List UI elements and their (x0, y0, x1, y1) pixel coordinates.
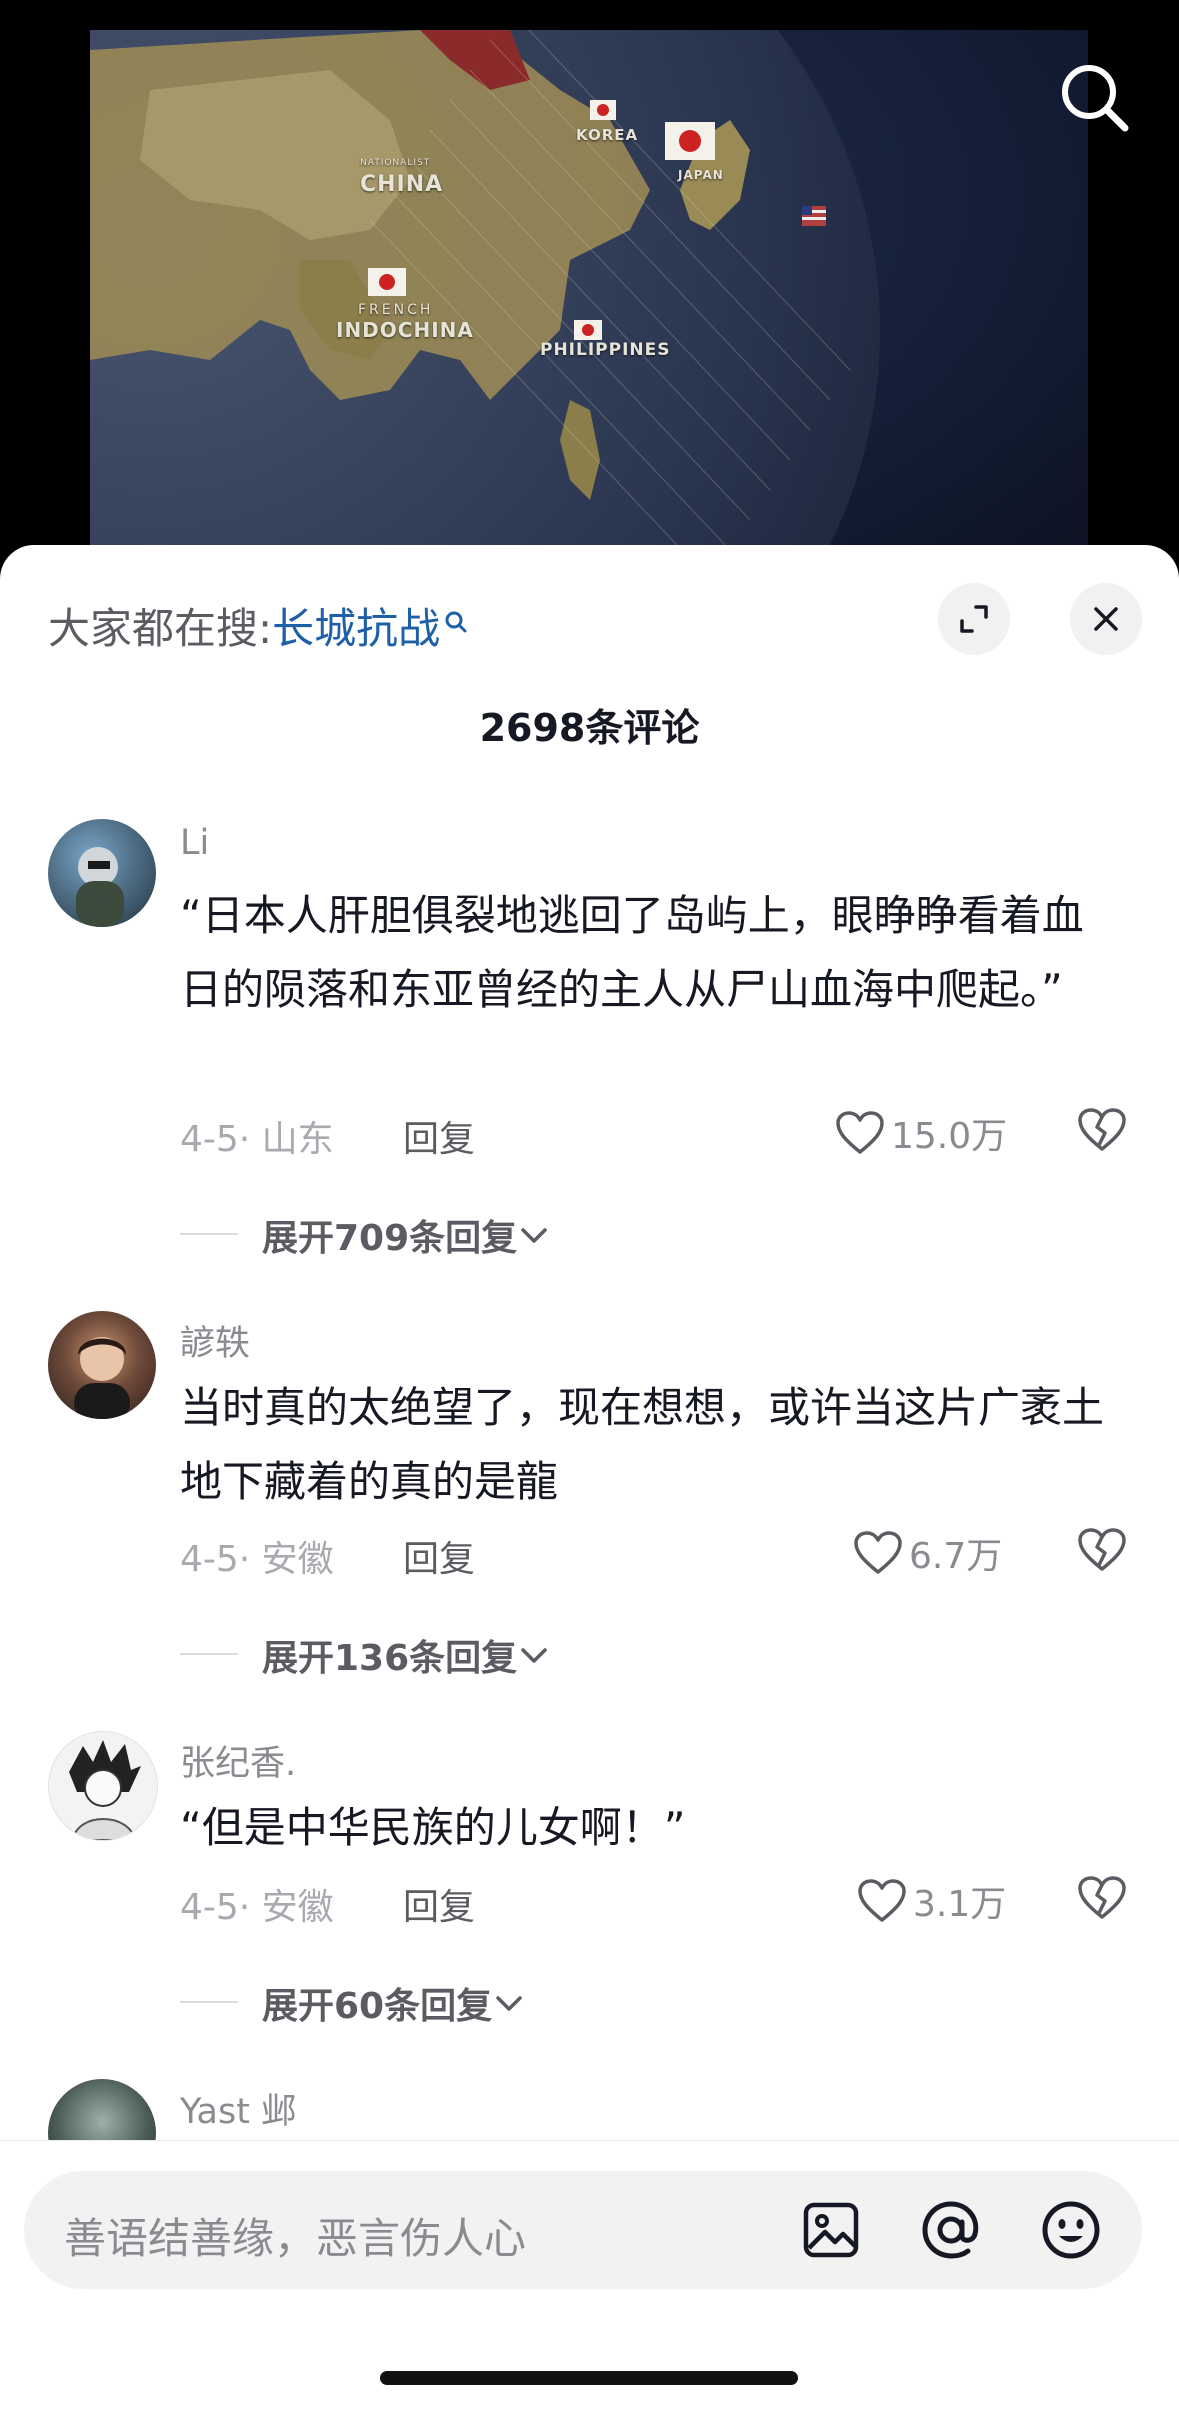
video-player[interactable]: KOREA JAPAN NATIONALIST CHINA FRENCH IND… (0, 0, 1179, 560)
reply-button[interactable]: 回复 (403, 1110, 475, 1162)
dislike-button[interactable] (1077, 1875, 1127, 1925)
emoji-icon (1042, 2201, 1100, 2259)
reply-button[interactable]: 回复 (403, 1530, 475, 1582)
like-count: 3.1万 (913, 1884, 1007, 1925)
broken-heart-icon (1078, 1108, 1126, 1151)
chevron-down-icon (521, 1648, 547, 1663)
broken-heart-icon (1078, 1528, 1126, 1571)
expand-replies-label: 展开136条回复 (262, 1638, 518, 1679)
map-illustration (90, 30, 880, 560)
comment-input[interactable]: 善语结善缘，恶言伤人心 (24, 2171, 1142, 2289)
dislike-button[interactable] (1077, 1527, 1127, 1577)
video-frame-map: KOREA JAPAN NATIONALIST CHINA FRENCH IND… (90, 30, 1088, 560)
reply-button[interactable]: 回复 (403, 1878, 475, 1930)
comment-author[interactable]: 张纪香. (180, 1735, 296, 1786)
hot-search-bar[interactable]: 大家都在搜:长城抗战 (48, 595, 468, 656)
expand-replies-button[interactable]: 展开709条回复 (262, 1209, 551, 1261)
comment-date-location: 4-5· 山东 (180, 1119, 334, 1160)
avatar[interactable] (48, 819, 156, 927)
comment-text: “但是中华民族的儿女啊！” (180, 1803, 686, 1852)
like-count: 15.0万 (891, 1116, 1008, 1157)
comment-text: “日本人肝胆俱裂地逃回了岛屿上，眼睁睁看着血日的陨落和东亚曾经的主人从尸山血海中… (180, 891, 1084, 1014)
comment-date-location: 4-5· 安徽 (180, 1539, 334, 1580)
emoji-button[interactable] (1032, 2191, 1110, 2269)
fullscreen-icon (960, 605, 988, 633)
avatar[interactable] (48, 1731, 158, 1841)
at-icon (922, 2201, 979, 2259)
comment-text: 当时真的太绝望了，现在想想，或许当这片广袤土地下藏着的真的是龍 (180, 1383, 1105, 1506)
chevron-down-icon (521, 1228, 547, 1243)
comment-date-location: 4-5· 安徽 (180, 1887, 334, 1928)
expand-divider (180, 1233, 238, 1235)
like-count: 6.7万 (909, 1536, 1003, 1577)
comment-panel: 大家都在搜:长城抗战 2698条评论 Li “日本人肝胆俱裂地逃回了岛屿上，眼睁… (0, 545, 1179, 2412)
close-icon (1094, 607, 1118, 631)
hot-search-keyword[interactable]: 长城抗战 (272, 604, 440, 653)
expand-replies-label: 展开709条回复 (262, 1218, 518, 1259)
map-label-japan: JAPAN (678, 168, 724, 182)
dislike-button[interactable] (1077, 1107, 1127, 1157)
flag-usa (802, 206, 826, 226)
map-label-china: CHINA (360, 172, 444, 197)
small-search-icon (444, 597, 468, 646)
close-panel-button[interactable] (1070, 583, 1142, 655)
heart-icon (854, 1531, 902, 1574)
hot-search-prefix: 大家都在搜: (48, 604, 273, 653)
broken-heart-icon (1078, 1876, 1126, 1919)
home-indicator[interactable] (380, 2371, 798, 2385)
comment-author[interactable]: 諺轶 (180, 1315, 250, 1366)
heart-icon (858, 1879, 906, 1922)
mention-button[interactable] (912, 2191, 990, 2269)
expand-panel-button[interactable] (938, 583, 1010, 655)
heart-icon (836, 1111, 884, 1154)
map-label-nationalist: NATIONALIST (360, 158, 431, 168)
map-label-philippines: PHILIPPINES (540, 340, 671, 360)
map-label-korea: KOREA (576, 126, 639, 144)
like-button[interactable]: 15.0万 (835, 1107, 1007, 1159)
comment-author[interactable]: Yast 邺 (180, 2083, 296, 2134)
search-button[interactable] (1055, 58, 1135, 138)
image-icon (803, 2202, 859, 2258)
comment-author[interactable]: Li (180, 823, 209, 863)
comment-input-bar: 善语结善缘，恶言伤人心 (0, 2140, 1179, 2413)
expand-replies-label: 展开60条回复 (262, 1986, 493, 2027)
like-button[interactable]: 6.7万 (853, 1527, 1002, 1579)
map-label-french: FRENCH (358, 302, 434, 318)
expand-replies-button[interactable]: 展开136条回复 (262, 1629, 551, 1681)
expand-replies-button[interactable]: 展开60条回复 (262, 1977, 526, 2029)
flag-indochina (368, 268, 406, 296)
like-button[interactable]: 3.1万 (857, 1875, 1006, 1927)
flag-japan (665, 122, 715, 160)
chevron-down-icon (496, 1996, 522, 2011)
avatar[interactable] (48, 1311, 156, 1419)
flag-korea (590, 100, 616, 120)
image-button[interactable] (792, 2191, 870, 2269)
flag-philippines (574, 320, 602, 340)
comment-count: 2698条评论 (479, 706, 700, 750)
expand-divider (180, 1653, 238, 1655)
map-label-indochina: INDOCHINA (336, 318, 474, 342)
expand-divider (180, 2001, 238, 2003)
comment-input-placeholder: 善语结善缘，恶言伤人心 (64, 2214, 527, 2263)
search-icon (1062, 65, 1129, 132)
